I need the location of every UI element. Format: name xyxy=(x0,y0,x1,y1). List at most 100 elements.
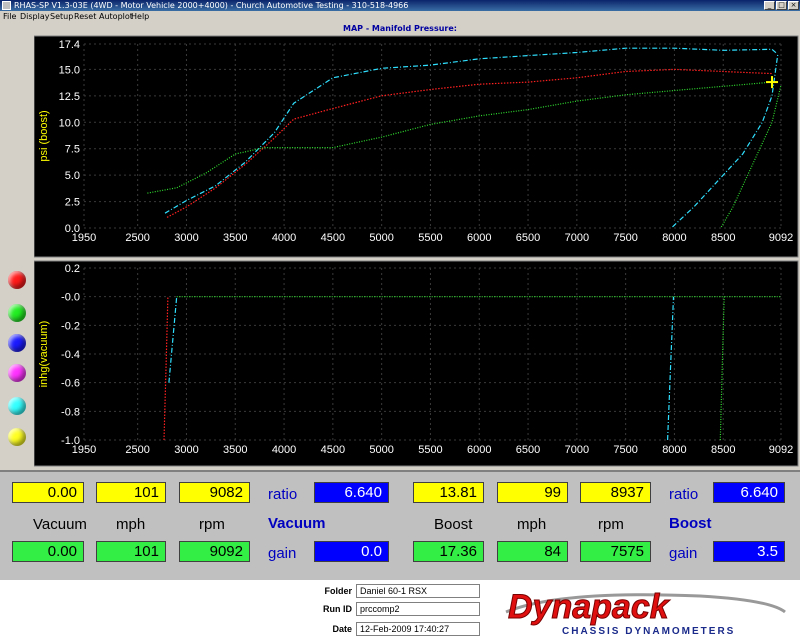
menu-display[interactable]: Display xyxy=(20,11,50,23)
vacuum-x-tick-label: 6500 xyxy=(516,444,540,456)
vacuum-y-tick-label: 0.2 xyxy=(65,263,80,275)
boost-rpm-current: 8937 xyxy=(580,482,651,503)
yellow-channel-button[interactable] xyxy=(8,428,26,446)
cyan-channel-button[interactable] xyxy=(8,397,26,415)
boost-y-tick-label: 15.0 xyxy=(59,64,80,76)
boost-y-tick-label: 5.0 xyxy=(65,170,80,182)
boost-x-tick-label: 4000 xyxy=(272,232,296,244)
boost-x-tick-label: 4500 xyxy=(321,232,345,244)
vacuum-y-tick-label: -0.0 xyxy=(61,292,80,304)
footer: Folder Daniel 60-1 RSX Run ID prccomp2 D… xyxy=(0,580,800,640)
vacuum-rpm-current: 9082 xyxy=(179,482,250,503)
dynapack-logo: Dynapack CHASSIS DYNAMOMETERS xyxy=(505,588,786,637)
menu-reset[interactable]: Reset xyxy=(74,11,96,23)
menu-bar: File Display Setup Reset Autoplot Help xyxy=(0,11,800,23)
vacuum-peak-value: 0.00 xyxy=(12,541,84,562)
menu-file[interactable]: File xyxy=(3,11,16,23)
boost-ratio-label: ratio xyxy=(669,486,699,503)
boost-x-tick-label: 3500 xyxy=(223,232,247,244)
boost-x-tick-label: 6000 xyxy=(467,232,491,244)
boost-x-tick-label: 6500 xyxy=(516,232,540,244)
boost-y-axis-label: psi (boost) xyxy=(38,110,50,161)
boost-mph-header: mph xyxy=(517,516,547,533)
runid-label: Run ID xyxy=(323,604,352,614)
boost-x-tick-label: 5000 xyxy=(369,232,393,244)
boost-x-tick-label: 8500 xyxy=(711,232,735,244)
runid-field[interactable]: prccomp2 xyxy=(356,602,480,616)
boost-x-tick-label: 5500 xyxy=(418,232,442,244)
vacuum-x-tick-label: 6000 xyxy=(467,444,491,456)
boost-x-tick-label: 2500 xyxy=(125,232,149,244)
vacuum-x-tick-label: 4500 xyxy=(321,444,345,456)
boost-ratio-value[interactable]: 6.640 xyxy=(713,482,785,503)
menu-help[interactable]: Help xyxy=(131,11,149,23)
app-icon[interactable] xyxy=(2,1,11,10)
logo-subtitle: CHASSIS DYNAMOMETERS xyxy=(562,626,735,637)
vacuum-header: Vacuum xyxy=(33,516,87,533)
vacuum-x-tick-label: 9092 xyxy=(769,444,793,456)
vacuum-mph-current: 101 xyxy=(96,482,166,503)
vacuum-rpm-header: rpm xyxy=(199,516,225,533)
boost-mph-current: 99 xyxy=(497,482,568,503)
menu-autoplot[interactable]: Autoplot xyxy=(99,11,133,23)
vacuum-y-tick-label: -0.8 xyxy=(61,406,80,418)
boost-gain-value[interactable]: 3.5 xyxy=(713,541,785,562)
vacuum-gain-label: gain xyxy=(268,545,297,562)
boost-mph-peak: 84 xyxy=(497,541,568,562)
boost-current-value: 13.81 xyxy=(413,482,484,503)
logo-text: Dynapack xyxy=(508,588,671,626)
boost-x-tick-label: 7500 xyxy=(613,232,637,244)
date-field[interactable]: 12-Feb-2009 17:40:27 xyxy=(356,622,480,636)
minimize-button[interactable]: _ xyxy=(764,1,775,10)
vacuum-mph-peak: 101 xyxy=(96,541,166,562)
boost-x-tick-label: 3000 xyxy=(174,232,198,244)
boost-x-tick-label: 8000 xyxy=(662,232,686,244)
vacuum-current-value: 0.00 xyxy=(12,482,84,503)
vacuum-rpm-peak: 9092 xyxy=(179,541,250,562)
boost-x-tick-label: 7000 xyxy=(565,232,589,244)
vacuum-x-tick-label: 5500 xyxy=(418,444,442,456)
window-title: RHAS-SP V1.3-03E (4WD - Motor Vehicle 20… xyxy=(14,1,409,10)
vacuum-mph-header: mph xyxy=(116,516,146,533)
menu-setup[interactable]: Setup xyxy=(50,11,73,23)
boost-x-tick-label: 9092 xyxy=(769,232,793,244)
vacuum-plot-background xyxy=(33,260,799,467)
vacuum-ratio-value[interactable]: 6.640 xyxy=(314,482,389,503)
boost-header: Boost xyxy=(434,516,473,533)
folder-field[interactable]: Daniel 60-1 RSX xyxy=(356,584,480,598)
title-bar: RHAS-SP V1.3-03E (4WD - Motor Vehicle 20… xyxy=(0,0,800,11)
vacuum-x-tick-label: 3500 xyxy=(223,444,247,456)
vacuum-mode-label: Vacuum xyxy=(268,515,326,532)
boost-y-tick-label: 17.4 xyxy=(59,39,80,51)
blue-channel-button[interactable] xyxy=(8,334,26,352)
green-channel-button[interactable] xyxy=(8,304,26,322)
close-button[interactable]: × xyxy=(788,1,799,10)
boost-y-tick-label: 10.0 xyxy=(59,117,80,129)
vacuum-x-tick-label: 4000 xyxy=(272,444,296,456)
red-channel-button[interactable] xyxy=(8,271,26,289)
boost-y-tick-label: 2.5 xyxy=(65,197,80,209)
date-label: Date xyxy=(332,624,352,634)
vacuum-x-tick-label: 2500 xyxy=(125,444,149,456)
magenta-channel-button[interactable] xyxy=(8,364,26,382)
boost-y-tick-label: 0.0 xyxy=(65,223,80,235)
vacuum-x-tick-label: 7500 xyxy=(613,444,637,456)
folder-label: Folder xyxy=(324,586,352,596)
vacuum-y-tick-label: -1.0 xyxy=(61,435,80,447)
vacuum-y-axis-label: inhg(vacuum) xyxy=(38,321,50,388)
chart-area[interactable]: 1950 2500 3000 3500 4000 4500 5000 5500 6000 6500… xyxy=(0,34,800,470)
vacuum-x-tick-label: 5000 xyxy=(369,444,393,456)
boost-gain-label: gain xyxy=(669,545,698,562)
vacuum-y-tick-label: -0.4 xyxy=(61,349,80,361)
vacuum-ratio-label: ratio xyxy=(268,486,298,503)
vacuum-gain-value[interactable]: 0.0 xyxy=(314,541,389,562)
vacuum-x-tick-label: 3000 xyxy=(174,444,198,456)
chart-title: MAP - Manifold Pressure: xyxy=(343,24,457,33)
boost-peak-value: 17.36 xyxy=(413,541,484,562)
maximize-button[interactable]: □ xyxy=(776,1,787,10)
boost-rpm-peak: 7575 xyxy=(580,541,651,562)
vacuum-y-tick-label: -0.6 xyxy=(61,378,80,390)
vacuum-y-tick-label: -0.2 xyxy=(61,320,80,332)
vacuum-x-tick-label: 8500 xyxy=(711,444,735,456)
vacuum-x-tick-label: 7000 xyxy=(565,444,589,456)
